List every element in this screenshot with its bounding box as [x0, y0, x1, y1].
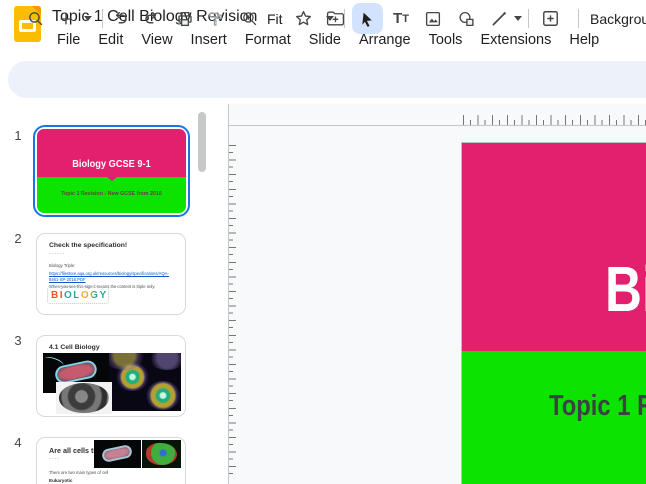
slide-title-text[interactable]: Biology GCSE 9-1 [605, 257, 646, 321]
chevron-down-icon [514, 16, 522, 21]
insert-comment-button[interactable] [538, 0, 562, 37]
thumb3-title: 4.1 Cell Biology [49, 344, 100, 351]
thumb2-link: https://filestore.aqa.org.uk/resources/b… [49, 271, 171, 284]
thumb2-dashes: ------ [49, 251, 65, 257]
zoom-select-dropdown[interactable] [324, 0, 336, 37]
horizontal-ruler [228, 125, 646, 126]
undo-button[interactable] [110, 0, 130, 37]
toolbar-divider [528, 9, 529, 28]
chevron-down-icon [326, 16, 334, 21]
background-button[interactable]: Background [590, 0, 646, 37]
search-menus-button[interactable] [25, 0, 45, 37]
toolbar-divider [578, 9, 579, 28]
zoom-select[interactable]: Fit [267, 0, 291, 37]
thumb2-title: Check the specification! [49, 242, 127, 249]
google-slides-window: Topic 1 Cell Biology Revision File Edit … [0, 0, 646, 484]
horizontal-ruler-ticks-minor [470, 120, 646, 125]
star-icon[interactable] [294, 9, 313, 28]
insert-shape-button[interactable] [455, 0, 477, 37]
slide-1-number: 1 [8, 128, 28, 143]
fluorescent-cells-image [109, 353, 181, 411]
thumb4-dashes: ---- [49, 456, 60, 462]
thumb4-term: Eukaryotic [49, 478, 73, 483]
chevron-down-icon [84, 16, 92, 21]
slide-2-number: 2 [8, 231, 28, 246]
electron-micrograph-image [56, 382, 112, 414]
slide-3-number: 3 [8, 333, 28, 348]
fluorescent-cell-image [142, 440, 181, 468]
text-box-button[interactable]: TT [388, 0, 414, 37]
toolbar [8, 61, 646, 98]
slide-subtitle-text[interactable]: Topic 1 Revision - New GCSE from 2016 [549, 392, 646, 421]
slide-canvas: Biology GCSE 9-1 Topic 1 Revision - New … [228, 104, 646, 484]
slide-1-thumbnail-selected[interactable]: Biology GCSE 9-1 Topic 1 Revision - New … [33, 125, 190, 217]
slide-2-thumbnail[interactable]: Check the specification! ------ Biology … [36, 233, 186, 315]
bacterium-micrograph-image [94, 440, 141, 468]
select-tool-button[interactable] [352, 3, 383, 34]
thumb1-title: Biology GCSE 9-1 [46, 158, 177, 170]
toolbar-divider [102, 9, 103, 28]
thumb2-label: Biology Triple: [49, 263, 75, 268]
slide-4-number: 4 [8, 435, 28, 450]
cursor-arrow-icon [359, 10, 376, 28]
thumb2-biology-wordart: BIOLOGY [51, 290, 108, 301]
vertical-ruler-ticks-minor [229, 152, 233, 474]
thumb1-subtitle: Topic 1 Revision - New GCSE from 2016 [41, 191, 183, 197]
print-button[interactable] [175, 0, 195, 37]
thumb4-intro: There are two main types of cell [49, 470, 108, 475]
slide-4-thumbnail[interactable]: Are all cells the same? ---- There are t… [36, 437, 186, 484]
slide-3-thumbnail[interactable]: 4.1 Cell Biology [36, 335, 186, 417]
thumb1-notch [107, 177, 117, 181]
insert-line-button[interactable] [489, 0, 509, 37]
new-slide-button[interactable] [57, 0, 75, 37]
zoom-in-icon[interactable] [239, 0, 259, 37]
insert-line-dropdown[interactable] [512, 0, 524, 37]
insert-image-button[interactable] [423, 0, 443, 37]
paint-format-button[interactable] [205, 0, 225, 37]
redo-button[interactable] [142, 0, 162, 37]
filmstrip-scrollbar[interactable] [198, 112, 206, 172]
current-slide-page[interactable]: Biology GCSE 9-1 Topic 1 Revision - New … [461, 142, 646, 484]
new-slide-dropdown[interactable] [82, 0, 94, 37]
toolbar-divider [344, 9, 345, 28]
text-box-icon: T [393, 10, 402, 27]
